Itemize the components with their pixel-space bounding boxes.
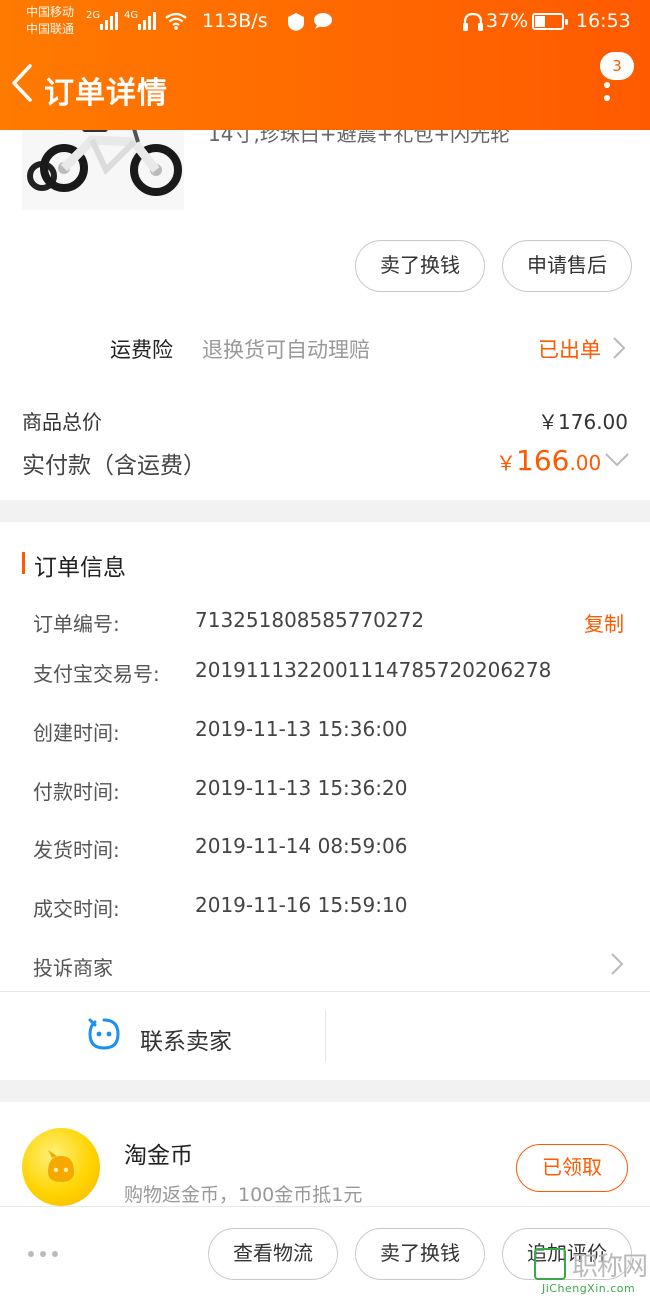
more-actions-icon[interactable] — [28, 1251, 58, 1257]
signal-bars-1-icon — [100, 10, 118, 30]
complain-seller-label: 投诉商家 — [33, 956, 113, 980]
request-after-sales-button[interactable]: 申请售后 — [502, 240, 632, 292]
shipping-insurance-status: 已出单 — [538, 338, 601, 362]
paid-time-value: 2019-11-13 15:36:20 — [195, 776, 408, 800]
header: 订单详情 3 — [0, 52, 650, 130]
completed-time-value: 2019-11-16 15:59:10 — [195, 893, 408, 917]
headphones-icon — [463, 12, 483, 31]
shield-icon — [288, 13, 304, 31]
watermark-cn: 职称网 — [572, 1252, 648, 1282]
copy-button[interactable]: 复制 — [584, 608, 624, 637]
carrier-1: 中国移动 — [26, 5, 75, 19]
chevron-right-icon — [613, 337, 626, 359]
paid-decimal: .00 — [569, 451, 602, 475]
paid-time-label: 付款时间: — [33, 780, 120, 804]
completed-time-label: 成交时间: — [33, 897, 120, 921]
watermark-logo-icon — [534, 1248, 566, 1280]
alipay-trade-value: 2019111322001114785720206278 — [195, 658, 552, 682]
order-number-label: 订单编号: — [33, 612, 120, 636]
created-time-value: 2019-11-13 15:36:00 — [195, 717, 408, 741]
sell-for-cash-bottom-button[interactable]: 卖了换钱 — [355, 1228, 485, 1280]
shipping-insurance-desc: 退换货可自动理赔 — [202, 338, 370, 362]
paid-amount-value: ￥166.00 — [496, 444, 601, 477]
section-gap — [0, 500, 650, 522]
alipay-trade-label: 支付宝交易号: — [33, 662, 160, 686]
watermark-en: JiChengXin.com — [542, 1282, 636, 1295]
order-number-value: 713251808585770272 — [195, 608, 425, 632]
coin-claimed-button[interactable]: 已领取 — [516, 1144, 628, 1192]
paid-amount-label: 实付款（含运费） — [22, 453, 206, 479]
vertical-divider — [325, 1010, 326, 1062]
chevron-left-icon — [12, 64, 32, 102]
order-info-title: 订单信息 — [22, 548, 126, 582]
network-type-2: 4G — [124, 10, 139, 21]
network-type-1: 2G — [86, 10, 101, 21]
battery-icon — [532, 13, 568, 30]
signal-bars-2-icon — [138, 10, 156, 30]
total-price-label: 商品总价 — [22, 410, 102, 434]
back-button[interactable] — [8, 60, 44, 110]
taobao-coin-desc: 购物返金币，100金币抵1元 — [124, 1184, 363, 1206]
view-logistics-button[interactable]: 查看物流 — [208, 1228, 338, 1280]
wifi-icon — [165, 12, 187, 30]
contact-seller-button[interactable]: 联系卖家 — [0, 992, 325, 1080]
shipping-insurance-label: 运费险 — [110, 338, 173, 362]
coin-face-icon — [48, 1150, 74, 1182]
taobao-coin-icon — [22, 1128, 100, 1206]
battery-fill — [535, 16, 546, 27]
taobao-coin-title: 淘金币 — [124, 1143, 193, 1169]
more-dot-icon — [604, 95, 610, 101]
chat-icon — [314, 13, 332, 29]
chevron-right-icon — [611, 953, 624, 975]
sell-for-cash-button[interactable]: 卖了换钱 — [355, 240, 485, 292]
shipped-time-value: 2019-11-14 08:59:06 — [195, 834, 408, 858]
page-title: 订单详情 — [44, 76, 168, 111]
chat-bubble-icon — [88, 1018, 120, 1050]
chevron-down-icon[interactable] — [604, 452, 630, 468]
battery-percent: 37% — [486, 10, 529, 32]
contact-seller-label: 联系卖家 — [140, 1029, 232, 1055]
paid-integer: 166 — [516, 444, 570, 477]
network-speed: 113B/s — [202, 10, 268, 32]
carrier-2: 中国联通 — [26, 22, 75, 36]
more-dot-icon — [604, 82, 610, 88]
carrier-labels: 中国移动 中国联通 — [26, 4, 74, 38]
clock: 16:53 — [576, 10, 631, 32]
watermark: 职称网 JiChengXin.com — [534, 1248, 650, 1300]
notification-badge: 3 — [600, 52, 634, 80]
status-bar: 中国移动 中国联通 2G 4G 113B/s 37% 16:53 — [0, 0, 650, 44]
shipped-time-label: 发货时间: — [33, 838, 120, 862]
total-price-value: ￥176.00 — [538, 410, 628, 434]
top-bar: 中国移动 中国联通 2G 4G 113B/s 37% 16:53 订单详情 3 — [0, 0, 650, 130]
created-time-label: 创建时间: — [33, 721, 120, 745]
section-gap — [0, 1080, 650, 1102]
paid-currency: ￥ — [496, 451, 516, 475]
